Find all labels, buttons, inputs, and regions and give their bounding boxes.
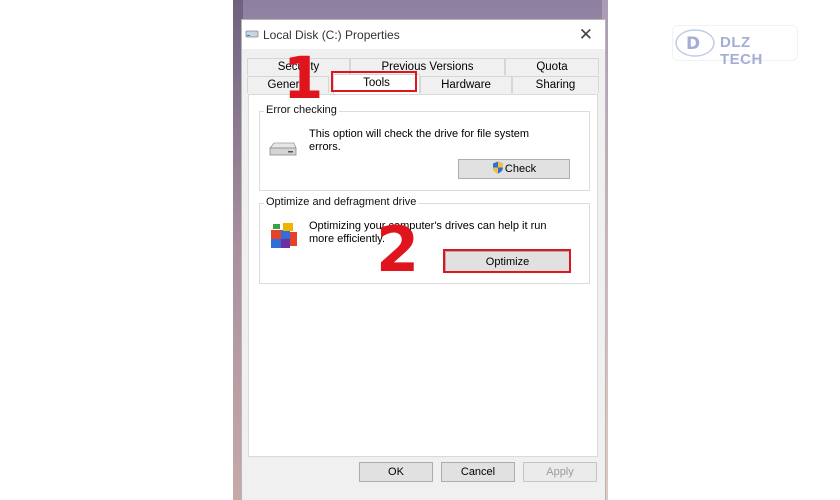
brand-watermark: D DLZ TECH — [672, 25, 798, 68]
disk-icon — [245, 30, 259, 38]
brand-text: DLZ TECH — [720, 34, 763, 68]
window-title: Local Disk (C:) Properties — [263, 28, 400, 42]
step-number-1: 1 — [283, 44, 324, 112]
error-checking-group: Error checking This option will check th… — [259, 104, 590, 191]
error-checking-description: This option will check the drive for fil… — [309, 128, 530, 153]
tools-panel: Error checking This option will check th… — [248, 94, 598, 457]
apply-button: Apply — [523, 462, 597, 482]
tools-tab-highlight — [331, 71, 417, 92]
tab-quota[interactable]: Quota — [505, 58, 599, 75]
brand-logo-icon: D — [675, 29, 715, 57]
cancel-button[interactable]: Cancel — [441, 462, 515, 482]
close-button[interactable]: ✕ — [579, 25, 593, 45]
tab-sharing[interactable]: Sharing — [512, 76, 599, 93]
svg-text:D: D — [686, 34, 700, 54]
optimize-title: Optimize and defragment drive — [264, 196, 419, 208]
tab-hardware[interactable]: Hardware — [420, 76, 512, 93]
check-button[interactable]: Check — [458, 159, 570, 179]
defrag-icon — [271, 223, 297, 248]
drive-icon — [269, 142, 297, 156]
step-number-2: 2 — [376, 213, 420, 286]
check-button-label: Check — [504, 163, 537, 175]
uac-shield-icon — [492, 161, 503, 174]
optimize-description: Optimizing your computer's drives can he… — [309, 220, 547, 245]
ok-button[interactable]: OK — [359, 462, 433, 482]
optimize-button-highlight — [443, 249, 571, 273]
